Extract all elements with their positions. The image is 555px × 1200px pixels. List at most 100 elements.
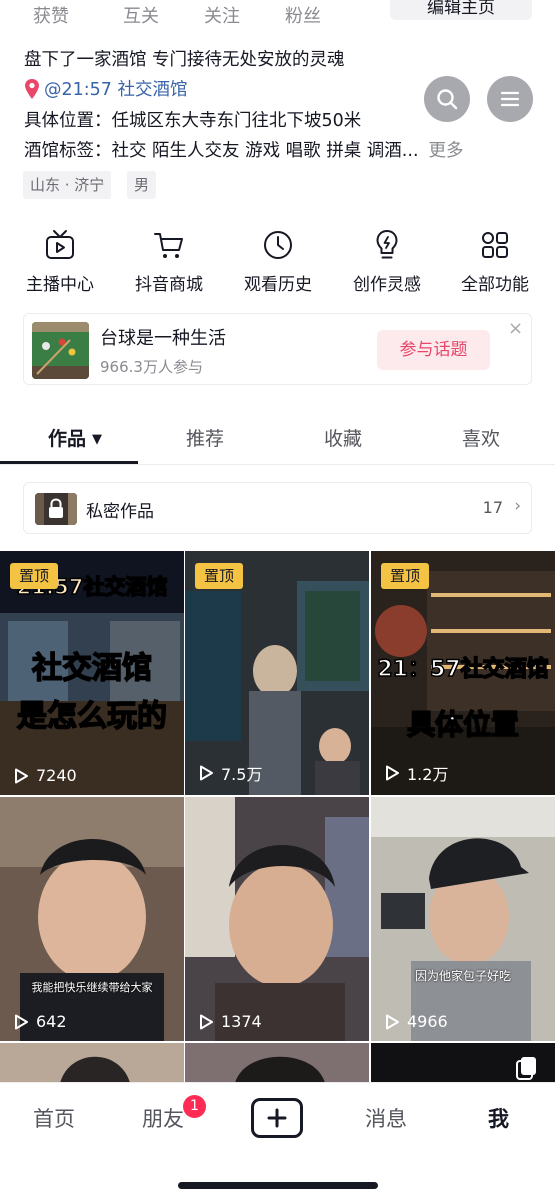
play-count: 642 xyxy=(12,1012,67,1031)
feature-creative-inspiration[interactable]: 创作灵感 xyxy=(337,228,437,295)
private-works-row[interactable]: 私密作品 17 › xyxy=(23,482,532,534)
nav-me[interactable]: 我 xyxy=(488,1103,509,1133)
home-indicator[interactable] xyxy=(178,1182,378,1189)
play-count: 1.2万 xyxy=(383,761,448,785)
video-thumbnail[interactable] xyxy=(185,1043,369,1083)
pinned-badge: 置顶 xyxy=(10,563,58,589)
play-count: 1374 xyxy=(197,1012,262,1031)
plus-icon xyxy=(267,1108,287,1128)
private-works-count: 17 xyxy=(482,498,503,517)
profile-stats-row: 获赞 互关 关注 粉丝 编辑主页 xyxy=(0,0,555,30)
bio-more-link[interactable]: 更多 xyxy=(429,141,464,161)
video-thumbnail[interactable]: 21:57社交酒馆 社交酒馆 是怎么玩的 置顶 7240 xyxy=(0,551,184,795)
edit-profile-button[interactable]: 编辑主页 xyxy=(390,0,532,20)
video-frame-face xyxy=(371,797,555,1041)
play-count-value: 7.5万 xyxy=(221,765,263,784)
topic-card[interactable]: 台球是一种生活 966.3万人参与 参与话题 × xyxy=(23,313,532,385)
video-title-line: 具体位置 xyxy=(406,707,520,742)
stat-likes[interactable]: 获赞 xyxy=(33,2,69,28)
feature-label: 抖音商城 xyxy=(135,275,203,295)
nav-messages[interactable]: 消息 xyxy=(365,1103,407,1133)
play-icon xyxy=(200,1014,213,1029)
location-mention-text[interactable]: @21:57 社交酒馆 xyxy=(44,76,188,101)
feature-label: 创作灵感 xyxy=(353,275,421,295)
clock-icon xyxy=(264,231,292,259)
video-title-line: 社交酒馆 xyxy=(31,650,153,687)
video-title-line: 是怎么玩的 xyxy=(16,698,168,735)
feature-label: 主播中心 xyxy=(26,275,94,295)
feature-label: 观看历史 xyxy=(244,275,312,295)
cart-icon xyxy=(154,233,183,258)
play-icon xyxy=(200,765,213,781)
feature-anchor-center[interactable]: 主播中心 xyxy=(10,228,110,295)
video-thumbnail[interactable]: 我能把快乐继续带给大家 642 xyxy=(0,797,184,1041)
tab-favorites[interactable]: 收藏 xyxy=(324,424,362,451)
location-mention[interactable]: @21:57 社交酒馆 xyxy=(24,76,188,101)
play-count: 4966 xyxy=(383,1012,448,1031)
topic-participants: 966.3万人参与 xyxy=(100,358,203,376)
pinned-badge: 置顶 xyxy=(195,563,243,589)
bio-line: 盘下了一家酒馆 专门接待无处安放的灵魂 xyxy=(24,50,345,70)
play-icon xyxy=(15,768,28,783)
play-count-value: 7240 xyxy=(36,766,77,785)
play-icon xyxy=(386,1014,399,1029)
location-pin-icon xyxy=(25,78,39,99)
feature-all-functions[interactable]: 全部功能 xyxy=(445,228,545,295)
bio-address: 具体位置：任城区东大寺东门往北下坡50米 xyxy=(24,111,362,131)
play-count-value: 642 xyxy=(36,1012,67,1031)
play-count-value: 1374 xyxy=(221,1012,262,1031)
video-title-line: 21：57社交酒馆 xyxy=(377,656,550,683)
search-icon xyxy=(437,89,458,110)
play-icon xyxy=(15,1014,28,1029)
play-count-value: 1.2万 xyxy=(407,765,449,784)
video-thumbnail[interactable] xyxy=(0,1043,184,1083)
chevron-right-icon: › xyxy=(514,496,521,516)
lock-icon xyxy=(35,493,77,525)
gender-tag: 男 xyxy=(127,171,157,199)
feature-watch-history[interactable]: 观看历史 xyxy=(228,228,328,295)
tab-works-label: 作品 xyxy=(48,428,87,450)
close-icon[interactable]: × xyxy=(508,318,523,339)
nav-home[interactable]: 首页 xyxy=(33,1103,75,1133)
play-count: 7240 xyxy=(12,766,77,785)
bio-tags-text: 酒馆标签：社交 陌生人交友 游戏 唱歌 拼桌 调酒... xyxy=(24,141,419,161)
video-subtitle: 我能把快乐继续带给大家 xyxy=(31,981,153,994)
play-count-value: 4966 xyxy=(407,1012,448,1031)
join-topic-button[interactable]: 参与话题 xyxy=(377,330,490,370)
feature-label: 全部功能 xyxy=(461,275,529,295)
video-frame-face xyxy=(185,797,369,1041)
video-frame-face xyxy=(0,797,184,1041)
create-button[interactable] xyxy=(251,1098,303,1138)
tab-works[interactable]: 作品 ▼ xyxy=(48,424,102,451)
play-count: 7.5万 xyxy=(197,761,262,785)
video-thumbnail[interactable]: 1374 xyxy=(185,797,369,1041)
feature-douyin-mall[interactable]: 抖音商城 xyxy=(119,228,219,295)
stat-followers[interactable]: 粉丝 xyxy=(285,2,321,28)
search-button[interactable] xyxy=(424,76,470,122)
video-thumbnail[interactable]: 置顶 7.5万 xyxy=(185,551,369,795)
tab-recommended[interactable]: 推荐 xyxy=(186,424,224,451)
play-icon xyxy=(386,765,399,781)
grid-icon xyxy=(482,232,508,258)
nav-friends[interactable]: 朋友 xyxy=(142,1103,184,1133)
private-works-label: 私密作品 xyxy=(86,502,154,522)
notification-badge: 1 xyxy=(183,1095,206,1118)
divider xyxy=(0,464,555,465)
video-thumbnail[interactable]: 因为他家包子好吃 4966 xyxy=(371,797,555,1041)
tv-icon xyxy=(46,230,74,259)
topic-title: 台球是一种生活 xyxy=(100,328,226,349)
video-thumbnail[interactable] xyxy=(371,1043,555,1083)
bulb-icon xyxy=(376,230,398,259)
video-subtitle: 因为他家包子好吃 xyxy=(414,969,511,983)
stat-mutual[interactable]: 互关 xyxy=(123,2,159,28)
hamburger-icon xyxy=(500,91,520,107)
menu-button[interactable] xyxy=(487,76,533,122)
bio-tags-line: 酒馆标签：社交 陌生人交友 游戏 唱歌 拼桌 调酒... 更多 xyxy=(24,137,464,162)
pinned-badge: 置顶 xyxy=(381,563,429,589)
tab-likes[interactable]: 喜欢 xyxy=(462,424,500,451)
region-tag: 山东 · 济宁 xyxy=(23,171,112,199)
caret-down-icon: ▼ xyxy=(92,432,103,447)
stat-following[interactable]: 关注 xyxy=(204,2,240,28)
topic-thumbnail xyxy=(32,322,89,379)
video-thumbnail[interactable]: 21：57社交酒馆 具体位置 置顶 1.2万 xyxy=(371,551,555,795)
